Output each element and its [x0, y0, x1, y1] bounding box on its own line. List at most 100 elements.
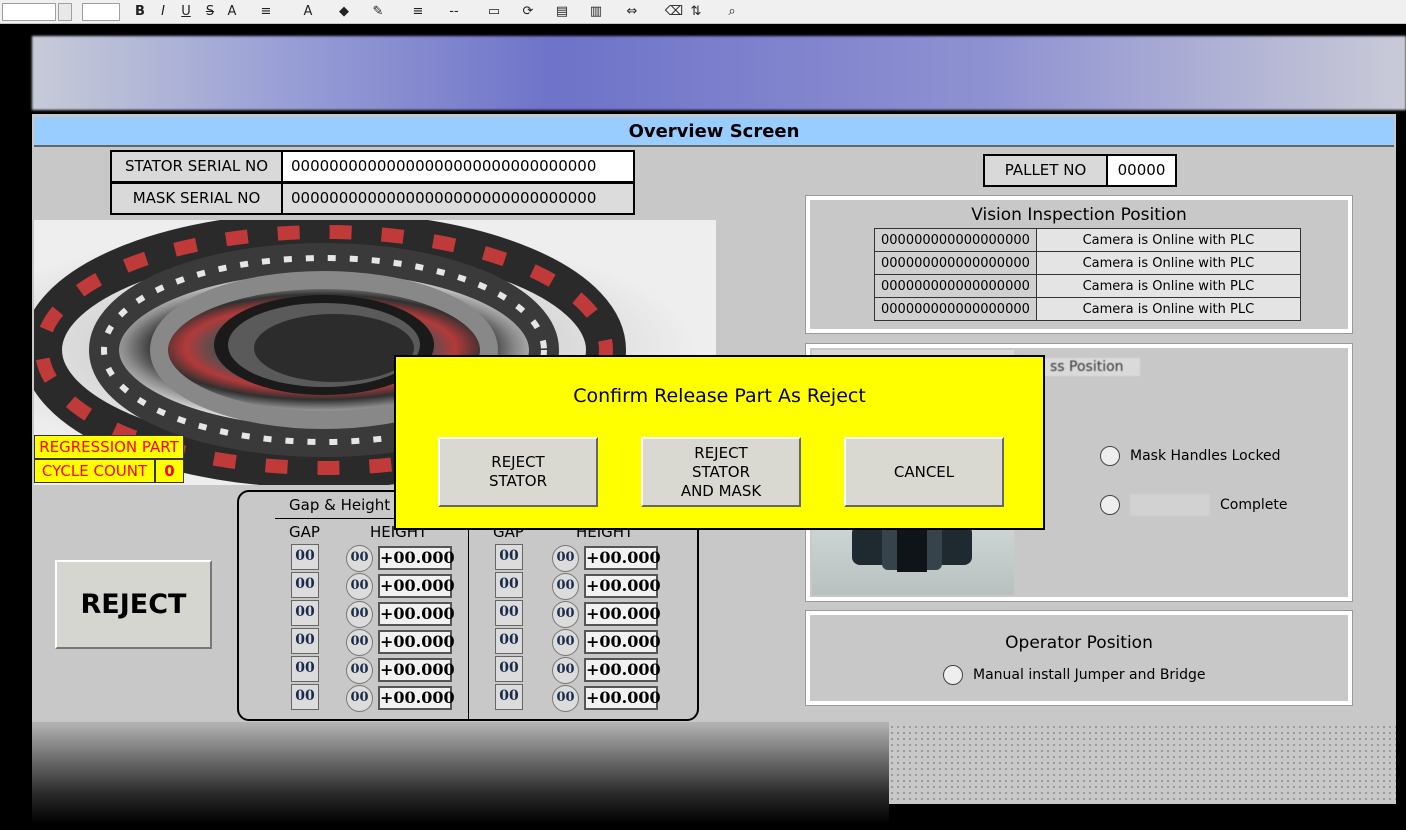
gap-value: 00	[495, 572, 523, 598]
fill-color-icon[interactable]: ◆	[334, 2, 354, 22]
operator-title: Operator Position	[1005, 633, 1153, 653]
gap-value: 00	[495, 600, 523, 626]
mask-handles-radio[interactable]	[1100, 446, 1120, 466]
gap-indicator: 00	[346, 601, 373, 628]
mask-serial-field[interactable]: 00000000000000000000000000000000	[281, 182, 635, 215]
height-value: +00.000	[378, 602, 455, 626]
camera-status: Camera is Online with PLC	[1035, 228, 1301, 252]
operator-position-panel: Operator Position Manual install Jumper …	[805, 610, 1353, 706]
gap-value: 00	[291, 628, 319, 654]
cancel-button[interactable]: CANCEL	[844, 437, 1004, 507]
gap-indicator: 00	[552, 657, 579, 684]
font-size-icon[interactable]: A	[222, 2, 242, 22]
height-value: +00.000	[584, 574, 661, 598]
height-value: +00.000	[378, 630, 455, 654]
reject-stator-and-mask-button[interactable]: REJECT STATOR AND MASK	[641, 437, 801, 507]
dialog-title: Confirm Release Part As Reject	[573, 385, 866, 407]
gap-value: 00	[495, 656, 523, 682]
vision-title: Vision Inspection Position	[971, 205, 1187, 225]
formatting-toolbar: B I U S A ≡ A ◆ ✎ ≡ -- ▭ ⟳ ▤ ▥ ⇔ ⌫ ⇅ ⌕	[0, 0, 1406, 24]
redacted-label	[1130, 494, 1210, 516]
gap-value: 00	[495, 544, 523, 570]
complete-label: Complete	[1220, 497, 1288, 513]
camera-row: 000000000000000000 Camera is Online with …	[874, 297, 1301, 321]
order-icon[interactable]: ⇅	[686, 2, 706, 22]
dotted-area	[889, 724, 1396, 802]
eraser-icon[interactable]: ⌫	[664, 2, 684, 22]
italic-icon[interactable]: I	[153, 2, 173, 22]
gap-indicator: 00	[346, 685, 373, 712]
gap-panel-title: Gap & Height C	[289, 496, 406, 514]
pallet-label: PALLET NO	[983, 154, 1108, 187]
gap-indicator: 00	[346, 657, 373, 684]
underline-icon[interactable]: U	[176, 2, 196, 22]
camera-id: 000000000000000000	[874, 297, 1037, 321]
camera-status-table: 000000000000000000 Camera is Online with …	[874, 228, 1301, 321]
mask-handles-locked-row: Mask Handles Locked	[1100, 446, 1281, 466]
spacing-icon[interactable]: ⇔	[622, 2, 642, 22]
rotate-icon[interactable]: ⟳	[518, 2, 538, 22]
height-value: +00.000	[378, 686, 455, 710]
pallet-value: 00000	[1106, 154, 1177, 187]
complete-row: Complete	[1100, 494, 1287, 516]
regression-panel: REGRESSION PART CYCLE COUNT 0	[34, 435, 184, 484]
dash-style-icon[interactable]: --	[444, 2, 464, 22]
font-name-box[interactable]	[2, 3, 56, 21]
gap-indicator: 00	[552, 629, 579, 656]
bold-icon[interactable]: B	[130, 2, 150, 22]
complete-radio[interactable]	[1100, 495, 1120, 515]
gap-value: 00	[495, 684, 523, 710]
gap-value: 00	[291, 656, 319, 682]
stator-serial-label: STATOR SERIAL NO	[110, 150, 283, 183]
confirm-reject-dialog: Confirm Release Part As Reject REJECT ST…	[394, 355, 1045, 530]
camera-id: 000000000000000000	[874, 274, 1037, 298]
gap-panel-column-divider	[468, 518, 469, 719]
mask-serial-label: MASK SERIAL NO	[110, 182, 283, 215]
height-value: +00.000	[584, 630, 661, 654]
cycle-count-value: 0	[155, 459, 184, 483]
height-value: +00.000	[584, 658, 661, 682]
cycle-count-label: CYCLE COUNT	[34, 459, 155, 483]
font-color-icon[interactable]: A	[298, 2, 318, 22]
distribute-icon[interactable]: ▥	[586, 2, 606, 22]
gap-header-left: GAP	[289, 523, 320, 541]
gap-value: 00	[291, 572, 319, 598]
manual-install-row: Manual install Jumper and Bridge	[943, 665, 1205, 685]
arrange-icon[interactable]: ▭	[484, 2, 504, 22]
gap-indicator: 00	[552, 545, 579, 572]
camera-status: Camera is Online with PLC	[1035, 251, 1301, 275]
manual-install-radio[interactable]	[943, 665, 963, 685]
height-value: +00.000	[584, 686, 661, 710]
height-value: +00.000	[584, 546, 661, 570]
gap-indicator: 00	[552, 573, 579, 600]
camera-row: 000000000000000000 Camera is Online with …	[874, 274, 1301, 298]
gap-value: 00	[291, 544, 319, 570]
camera-row: 000000000000000000 Camera is Online with …	[874, 228, 1301, 252]
gap-indicator: 00	[552, 685, 579, 712]
height-value: +00.000	[584, 602, 661, 626]
vision-inspection-panel: Vision Inspection Position 0000000000000…	[805, 195, 1353, 334]
font-size-box[interactable]	[82, 3, 120, 21]
camera-id: 000000000000000000	[874, 228, 1037, 252]
line-color-icon[interactable]: ✎	[368, 2, 388, 22]
regression-part-label: REGRESSION PART	[34, 435, 184, 459]
stator-serial-field[interactable]: 00000000000000000000000000000000	[281, 150, 635, 183]
height-value: +00.000	[378, 546, 455, 570]
gap-value: 00	[495, 628, 523, 654]
camera-status: Camera is Online with PLC	[1035, 274, 1301, 298]
reject-stator-button[interactable]: REJECT STATOR	[438, 437, 598, 507]
page-title: Overview Screen	[34, 117, 1394, 147]
line-style-icon[interactable]: ≡	[408, 2, 428, 22]
camera-row: 000000000000000000 Camera is Online with …	[874, 251, 1301, 275]
zoom-icon[interactable]: ⌕	[722, 2, 742, 22]
font-name-dropdown-icon[interactable]	[58, 3, 72, 21]
camera-status: Camera is Online with PLC	[1035, 297, 1301, 321]
reject-button[interactable]: REJECT	[55, 560, 212, 649]
gap-indicator: 00	[346, 629, 373, 656]
align-icon[interactable]: ≡	[256, 2, 276, 22]
strikethrough-icon[interactable]: S	[200, 2, 220, 22]
gap-indicator: 00	[346, 573, 373, 600]
align-objects-icon[interactable]: ▤	[552, 2, 572, 22]
mask-handles-label: Mask Handles Locked	[1130, 448, 1281, 464]
gap-indicator: 00	[346, 545, 373, 572]
